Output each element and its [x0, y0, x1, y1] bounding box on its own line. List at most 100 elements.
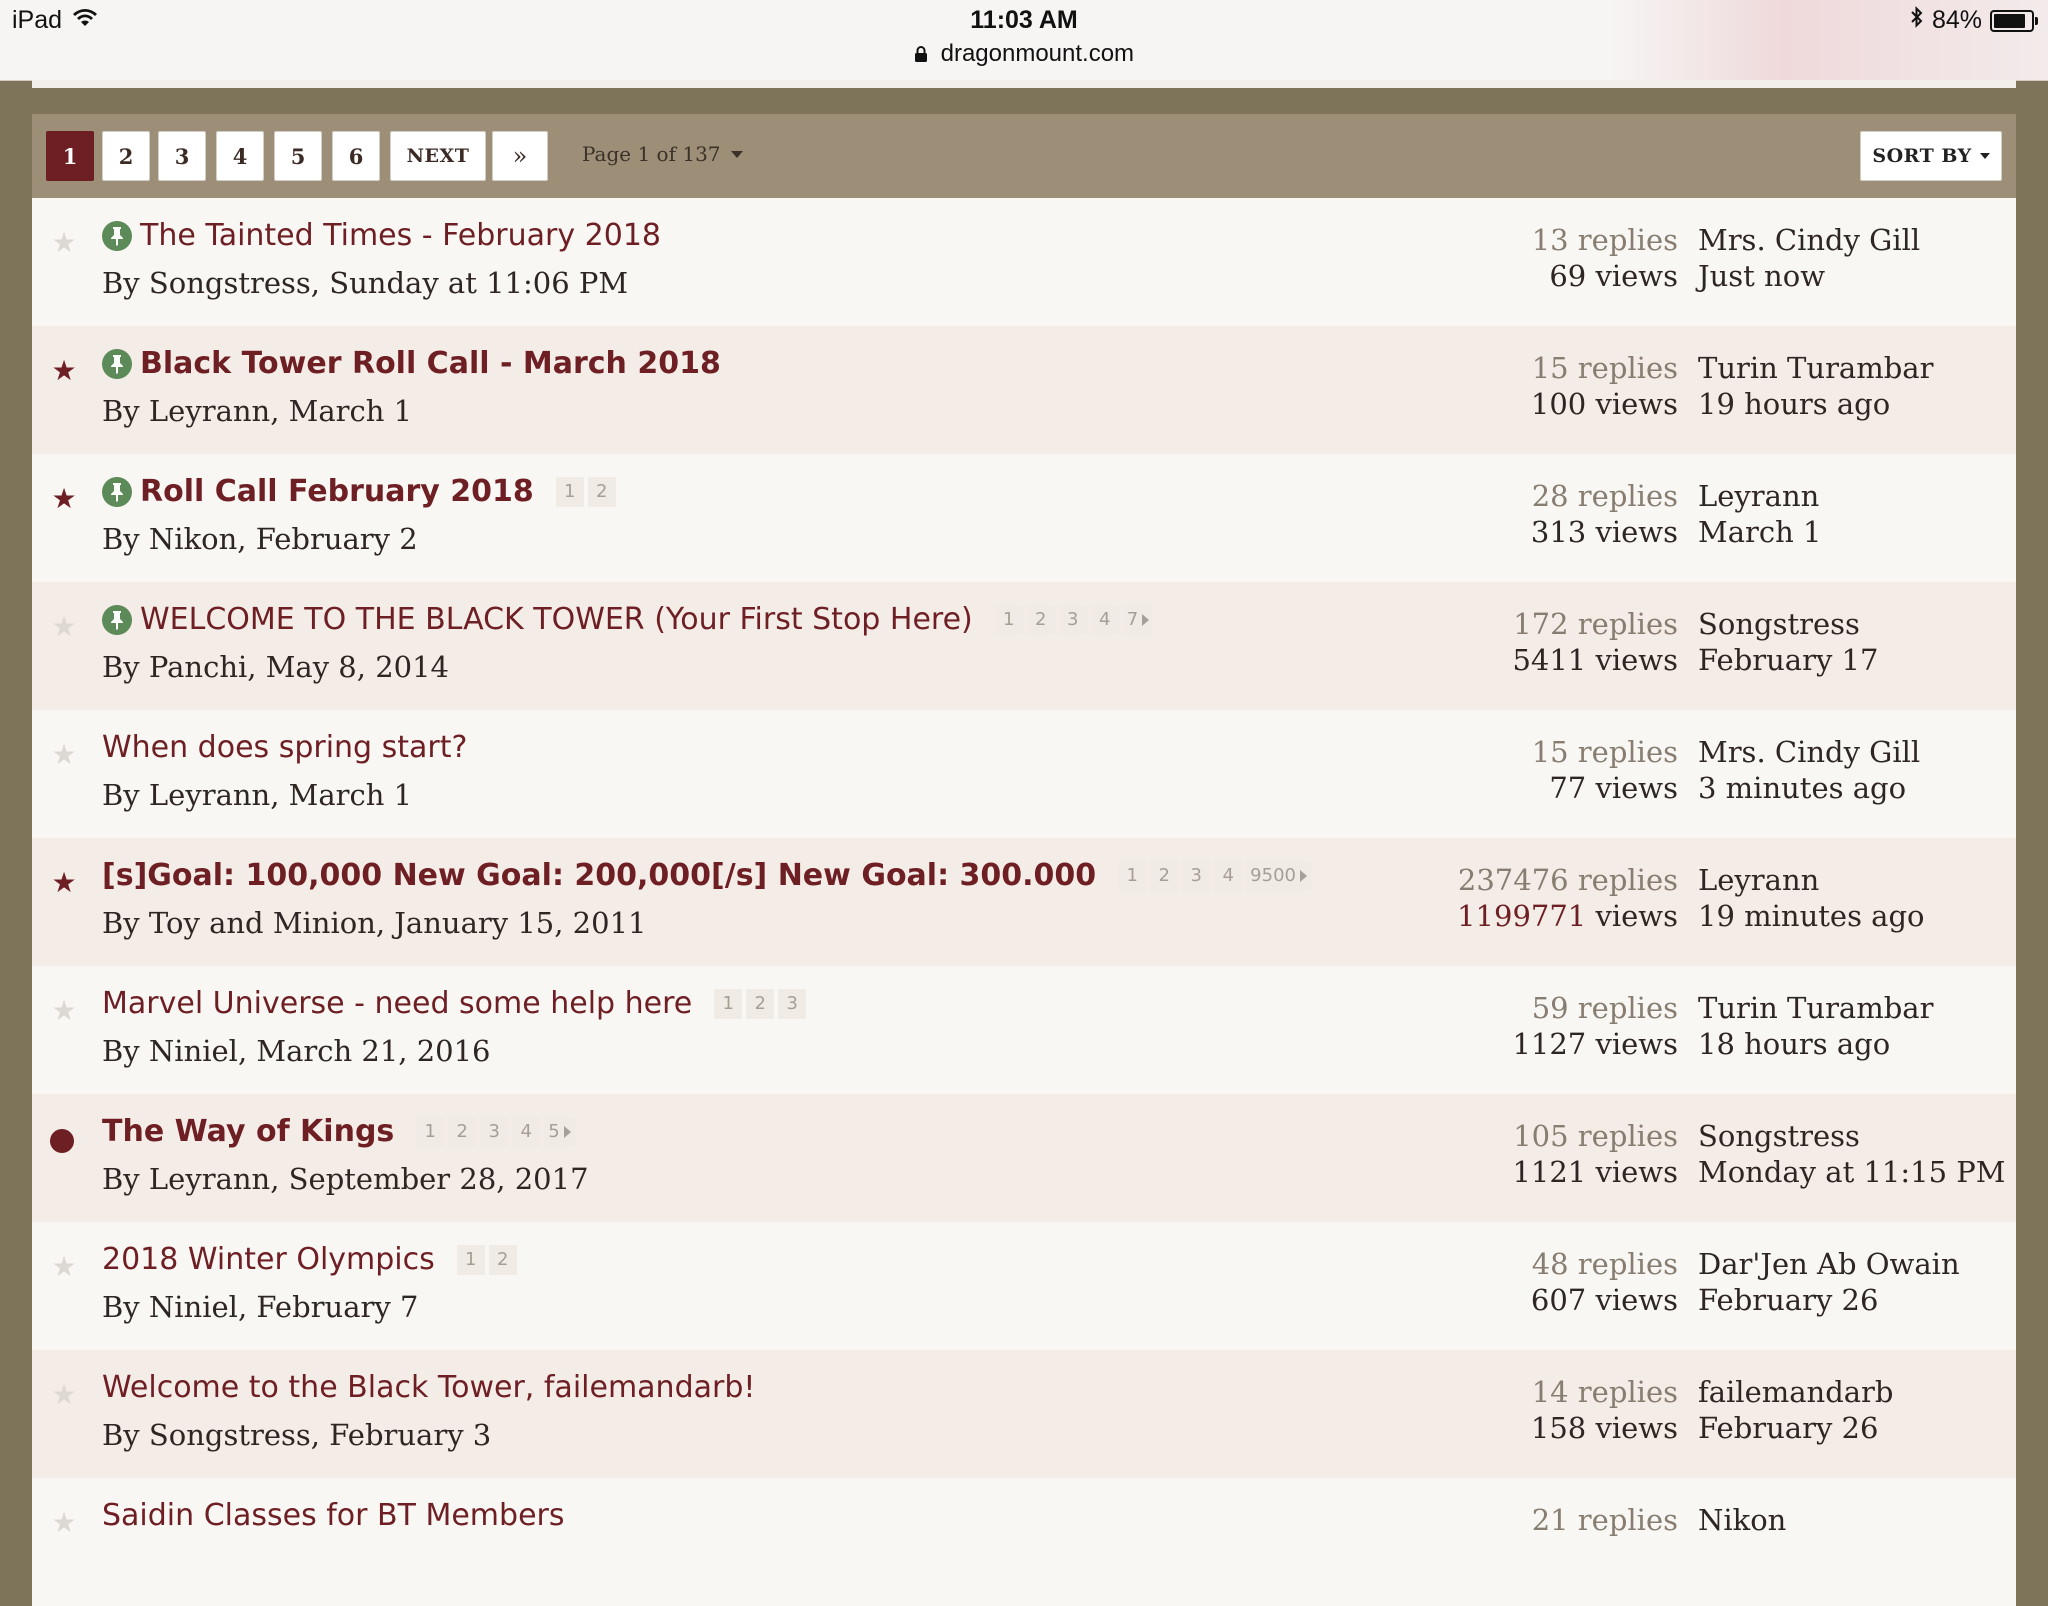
page-button-5[interactable]: 5: [274, 131, 322, 181]
topic-byline: By Niniel, March 21, 2016: [102, 1034, 491, 1068]
last-poster-link[interactable]: Turin Turambar: [1698, 990, 1933, 1026]
last-post-time[interactable]: Just now: [1698, 258, 1920, 294]
topic-page-link[interactable]: 1: [416, 1116, 445, 1147]
topic-page-link[interactable]: 1: [1118, 860, 1147, 891]
topic-title-line: The Tainted Times - February 2018: [102, 218, 661, 253]
topic-row[interactable]: ★ Saidin Classes for BT Members 21 replies…: [32, 1478, 2016, 1606]
page-button-1[interactable]: 1: [46, 131, 94, 181]
last-poster-link[interactable]: Dar'Jen Ab Owain: [1698, 1246, 1960, 1282]
topic-title-link[interactable]: WELCOME TO THE BLACK TOWER (Your First S…: [140, 602, 973, 637]
topic-row[interactable]: ★ Black Tower Roll Call - March 2018 By Le…: [32, 326, 2016, 454]
topic-page-link[interactable]: 3: [1058, 604, 1087, 635]
topic-page-link[interactable]: 1: [714, 988, 743, 1019]
last-poster-link[interactable]: Turin Turambar: [1698, 350, 1933, 386]
star-icon[interactable]: ★: [50, 610, 78, 643]
topic-page-link[interactable]: 2: [746, 988, 775, 1019]
topic-row[interactable]: The Way of Kings 1 2 3 4 5 By Leyrann, Septemb…: [32, 1094, 2016, 1222]
topic-page-link[interactable]: 4: [512, 1116, 541, 1147]
topic-page-link[interactable]: 3: [778, 988, 807, 1019]
topic-row[interactable]: ★ Roll Call February 2018 1 2 By Nikon, Febr…: [32, 454, 2016, 582]
last-post-time[interactable]: 19 hours ago: [1698, 386, 1933, 422]
view-count-label: views: [1586, 387, 1678, 421]
topic-page-link[interactable]: 4: [1090, 604, 1119, 635]
last-post-time[interactable]: 19 minutes ago: [1698, 898, 1924, 934]
last-poster-link[interactable]: Songstress: [1698, 1118, 2005, 1154]
caret-right-icon: [1299, 869, 1307, 882]
page-button-3[interactable]: 3: [158, 131, 206, 181]
last-post-time[interactable]: February 26: [1698, 1410, 1893, 1446]
topic-title-link[interactable]: The Tainted Times - February 2018: [140, 218, 661, 253]
topic-page-link[interactable]: 3: [480, 1116, 509, 1147]
topic-row[interactable]: ★ When does spring start? By Leyrann, Marc…: [32, 710, 2016, 838]
last-poster-link[interactable]: failemandarb: [1698, 1374, 1893, 1410]
next-page-button[interactable]: NEXT: [390, 131, 486, 181]
topic-page-link[interactable]: 2: [488, 1244, 517, 1275]
star-icon[interactable]: ★: [50, 1378, 78, 1411]
last-poster-link[interactable]: Leyrann: [1698, 478, 1821, 514]
topic-page-link[interactable]: 2: [1026, 604, 1055, 635]
topic-title-link[interactable]: Marvel Universe - need some help here: [102, 986, 692, 1021]
page-button-2[interactable]: 2: [102, 131, 150, 181]
topic-row[interactable]: ★ WELCOME TO THE BLACK TOWER (Your First …: [32, 582, 2016, 710]
last-post-time[interactable]: 3 minutes ago: [1698, 770, 1920, 806]
topic-title-link[interactable]: Black Tower Roll Call - March 2018: [140, 346, 721, 381]
last-post-info: Songstress February 17: [1698, 606, 1878, 678]
address-bar[interactable]: dragonmount.com: [0, 40, 2048, 68]
topic-page-link[interactable]: 5: [544, 1116, 575, 1147]
last-post-time[interactable]: Monday at 11:15 PM: [1698, 1154, 2005, 1190]
topic-title-link[interactable]: Roll Call February 2018: [140, 474, 534, 509]
last-poster-link[interactable]: Nikon: [1698, 1502, 1786, 1538]
topic-row[interactable]: ★ Marvel Universe - need some help here 1 2…: [32, 966, 2016, 1094]
sort-by-label: SORT BY: [1872, 145, 1972, 167]
last-page-button[interactable]: »: [492, 131, 548, 181]
topic-page-link[interactable]: 4: [1214, 860, 1243, 891]
last-post-time[interactable]: March 1: [1698, 514, 1821, 550]
topic-title-link[interactable]: When does spring start?: [102, 730, 467, 765]
last-poster-link[interactable]: Songstress: [1698, 606, 1878, 642]
topic-page-number: 5: [548, 1121, 560, 1142]
last-post-info: failemandarb February 26: [1698, 1374, 1893, 1446]
topic-row[interactable]: ★ The Tainted Times - February 2018 By Son…: [32, 198, 2016, 326]
last-poster-link[interactable]: Mrs. Cindy Gill: [1698, 222, 1920, 258]
star-filled-icon[interactable]: ★: [50, 482, 78, 515]
topic-title-link[interactable]: The Way of Kings: [102, 1114, 394, 1149]
topic-page-link[interactable]: 1: [456, 1244, 485, 1275]
topic-title-link[interactable]: Saidin Classes for BT Members: [102, 1498, 565, 1533]
star-filled-icon[interactable]: ★: [50, 866, 78, 899]
status-right: 84%: [1910, 6, 2038, 35]
topic-row[interactable]: ★ 2018 Winter Olympics 1 2 By Niniel, Februa…: [32, 1222, 2016, 1350]
topic-page-link[interactable]: 7: [1122, 604, 1154, 635]
sort-by-button[interactable]: SORT BY: [1860, 131, 2002, 181]
topic-page-link[interactable]: 2: [1150, 860, 1179, 891]
page-button-4[interactable]: 4: [216, 131, 264, 181]
topic-page-link[interactable]: 3: [1182, 860, 1211, 891]
topic-title-link[interactable]: [s]Goal: 100,000 New Goal: 200,000[/s] N…: [102, 858, 1096, 893]
view-count-label: views: [1586, 899, 1678, 933]
star-icon[interactable]: ★: [50, 994, 78, 1027]
last-post-time[interactable]: February 26: [1698, 1282, 1960, 1318]
last-post-time[interactable]: February 17: [1698, 642, 1878, 678]
view-count: 100 views: [1531, 386, 1678, 422]
view-count-number: 5411: [1512, 643, 1587, 677]
star-filled-icon[interactable]: ★: [50, 354, 78, 387]
page-button-6[interactable]: 6: [332, 131, 380, 181]
topic-row[interactable]: ★ [s]Goal: 100,000 New Goal: 200,000[/s] …: [32, 838, 2016, 966]
last-poster-link[interactable]: Mrs. Cindy Gill: [1698, 734, 1920, 770]
topic-row[interactable]: ★ Welcome to the Black Tower, failemandar…: [32, 1350, 2016, 1478]
topic-page-link[interactable]: 1: [994, 604, 1023, 635]
last-poster-link[interactable]: Leyrann: [1698, 862, 1924, 898]
page-jump-dropdown[interactable]: Page 1 of 137: [582, 142, 743, 166]
last-post-time[interactable]: 18 hours ago: [1698, 1026, 1933, 1062]
topic-page-link[interactable]: 1: [555, 476, 584, 507]
topic-page-link[interactable]: 2: [448, 1116, 477, 1147]
topic-title-link[interactable]: Welcome to the Black Tower, failemandarb…: [102, 1370, 755, 1405]
pagination-bar: 1 2 3 4 5 6 NEXT » Page 1 of 137 SORT BY: [32, 114, 2016, 198]
reply-count: 237476 replies: [1457, 863, 1678, 897]
star-icon[interactable]: ★: [50, 226, 78, 259]
topic-page-link[interactable]: 2: [587, 476, 616, 507]
topic-title-link[interactable]: 2018 Winter Olympics: [102, 1242, 435, 1277]
star-icon[interactable]: ★: [50, 738, 78, 771]
star-icon[interactable]: ★: [50, 1250, 78, 1283]
topic-page-link[interactable]: 9500: [1246, 860, 1311, 891]
star-icon[interactable]: ★: [50, 1506, 78, 1539]
